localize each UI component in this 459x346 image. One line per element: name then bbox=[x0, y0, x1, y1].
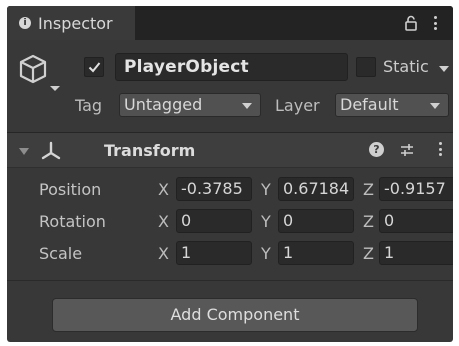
rotation-label: Rotation bbox=[39, 212, 106, 231]
tab-bar: i Inspector bbox=[7, 6, 453, 40]
inspector-window: i Inspector PlayerObject Static Tag Unta… bbox=[7, 6, 453, 342]
checkmark-icon bbox=[88, 62, 101, 73]
add-component-button[interactable]: Add Component bbox=[52, 298, 418, 332]
transform-header[interactable] bbox=[7, 133, 453, 167]
tag-label: Tag bbox=[75, 96, 103, 115]
scale-z-label[interactable]: Z bbox=[363, 244, 374, 263]
position-y-field[interactable]: 0.67184 bbox=[278, 177, 354, 201]
rotation-y-field[interactable]: 0 bbox=[278, 209, 354, 233]
static-checkbox[interactable] bbox=[356, 57, 376, 77]
position-label: Position bbox=[39, 180, 102, 199]
presets-icon[interactable] bbox=[399, 142, 415, 158]
layer-label: Layer bbox=[275, 96, 320, 115]
position-x-field[interactable]: -0.3785 bbox=[176, 177, 252, 201]
position-z-field[interactable]: -0.9157 bbox=[379, 177, 453, 201]
layer-value: Default bbox=[340, 95, 399, 114]
lock-icon[interactable] bbox=[405, 15, 417, 31]
tag-dropdown[interactable]: Untagged bbox=[119, 93, 261, 117]
scale-z-field[interactable]: 1 bbox=[379, 241, 453, 265]
scale-y-label[interactable]: Y bbox=[261, 244, 271, 263]
position-z-label[interactable]: Z bbox=[363, 180, 374, 199]
position-x-label[interactable]: X bbox=[158, 180, 169, 199]
rotation-z-label[interactable]: Z bbox=[363, 212, 374, 231]
chevron-down-icon bbox=[430, 103, 440, 109]
scale-x-label[interactable]: X bbox=[158, 244, 169, 263]
rotation-z-field[interactable]: 0 bbox=[379, 209, 453, 233]
active-checkbox[interactable] bbox=[84, 57, 104, 77]
object-name-field[interactable]: PlayerObject bbox=[115, 53, 348, 81]
static-label: Static bbox=[383, 57, 429, 76]
tag-value: Untagged bbox=[124, 95, 203, 114]
scale-x-field[interactable]: 1 bbox=[176, 241, 252, 265]
tab-label: Inspector bbox=[38, 13, 113, 33]
transform-axes-icon bbox=[41, 141, 61, 160]
menu-icon[interactable] bbox=[434, 16, 438, 30]
help-icon[interactable]: ? bbox=[369, 142, 384, 157]
static-dropdown-arrow-icon[interactable] bbox=[439, 66, 449, 72]
position-y-label[interactable]: Y bbox=[261, 180, 271, 199]
gameobject-cube-icon[interactable] bbox=[17, 52, 49, 86]
foldout-arrow-icon[interactable] bbox=[19, 148, 29, 155]
rotation-x-label[interactable]: X bbox=[158, 212, 169, 231]
tab-inspector[interactable]: i Inspector bbox=[7, 6, 135, 40]
divider bbox=[7, 167, 453, 168]
rotation-x-field[interactable]: 0 bbox=[176, 209, 252, 233]
transform-title: Transform bbox=[104, 141, 196, 160]
layer-dropdown[interactable]: Default bbox=[335, 93, 449, 117]
rotation-y-label[interactable]: Y bbox=[261, 212, 271, 231]
divider bbox=[7, 280, 453, 281]
scale-label: Scale bbox=[39, 244, 83, 263]
component-menu-icon[interactable] bbox=[439, 142, 443, 156]
chevron-down-icon[interactable] bbox=[50, 86, 60, 91]
scale-y-field[interactable]: 1 bbox=[278, 241, 354, 265]
info-icon: i bbox=[19, 17, 31, 29]
chevron-down-icon bbox=[242, 103, 252, 109]
